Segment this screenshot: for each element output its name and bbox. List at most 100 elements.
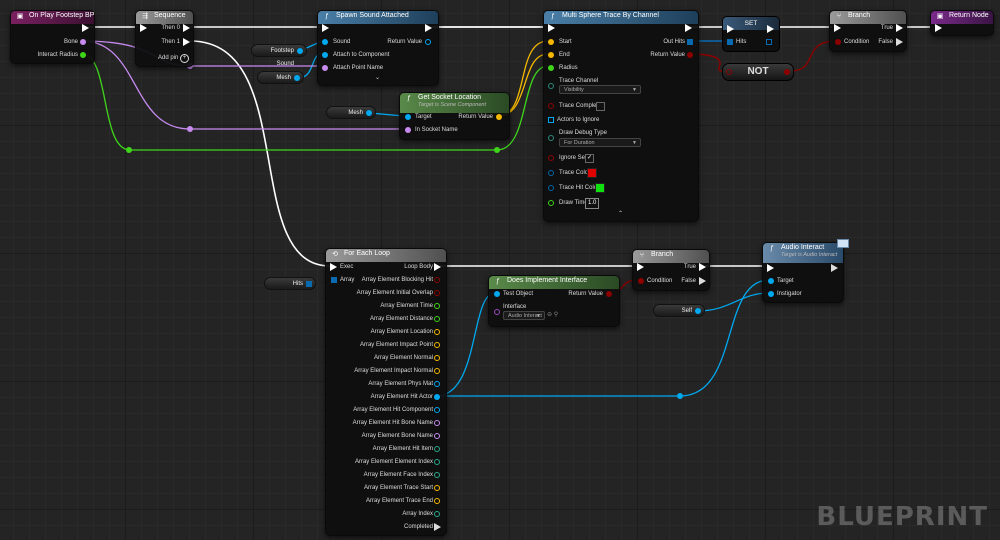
then1-pin[interactable] [183, 38, 190, 46]
array-pin[interactable] [331, 277, 337, 283]
condition-pin[interactable] [638, 278, 644, 284]
interface-dropdown[interactable]: Audio Interact ▼ [503, 311, 545, 320]
collapse-chevron-icon[interactable]: ⌃ [618, 210, 623, 218]
exec-in-pin[interactable] [767, 264, 774, 272]
foreach-output-pin[interactable] [434, 446, 440, 452]
test-object-pin[interactable] [494, 291, 500, 297]
foreach-output-pin[interactable] [434, 290, 440, 296]
ignore-self-pin[interactable] [548, 155, 554, 161]
trace-channel-dropdown[interactable]: Visibility ▼ [559, 85, 641, 94]
exec-in-pin[interactable] [935, 24, 942, 32]
exec-in-pin[interactable] [322, 24, 329, 32]
foreach-output-pin[interactable] [434, 433, 440, 439]
trace-color-swatch[interactable] [587, 168, 597, 178]
mesh-pin-1[interactable] [294, 75, 300, 81]
hits-out-pin[interactable] [766, 39, 772, 45]
foreach-output-pin[interactable] [434, 342, 440, 348]
interface-pin[interactable] [494, 309, 500, 315]
exec-out-pin[interactable] [685, 24, 692, 32]
not-out-pin[interactable] [784, 69, 790, 75]
exec-in-pin[interactable] [548, 24, 555, 32]
true-pin[interactable] [896, 24, 903, 32]
hits-variable[interactable]: Hits [264, 277, 316, 290]
does-implement-interface-node[interactable]: ƒ Does Implement Interface Test Object Re… [488, 275, 620, 327]
foreach-output-pin[interactable] [434, 523, 441, 531]
not-node[interactable]: NOT [722, 63, 794, 81]
hits-var-pin[interactable] [306, 281, 312, 287]
trace-hit-color-pin[interactable] [548, 185, 554, 191]
exec-in-pin[interactable] [140, 24, 147, 32]
trace-complex-pin[interactable] [548, 103, 554, 109]
trace-color-pin[interactable] [548, 170, 554, 176]
foreach-output-pin[interactable] [434, 472, 440, 478]
out-hits-array-pin[interactable] [687, 39, 693, 45]
exec-out-pin[interactable] [425, 24, 432, 32]
exec-in-pin[interactable] [727, 25, 734, 33]
for-each-loop-node[interactable]: ⟲ For Each Loop Exec Loop Body Array Arra… [325, 248, 447, 536]
footstep-sound-pin[interactable] [297, 48, 303, 54]
return-value-pin[interactable] [606, 291, 612, 297]
interact-radius-pin[interactable] [80, 52, 86, 58]
foreach-output-pin[interactable] [434, 511, 440, 517]
trace-complex-checkbox[interactable] [596, 102, 605, 111]
target-pin[interactable] [405, 114, 411, 120]
return-value-pin[interactable] [687, 52, 693, 58]
target-pin[interactable] [768, 278, 774, 284]
false-pin[interactable] [699, 277, 706, 285]
foreach-output-pin[interactable] [434, 316, 440, 322]
attach-point-pin[interactable] [322, 65, 328, 71]
self-pin[interactable] [695, 308, 701, 314]
trace-channel-pin[interactable] [548, 83, 554, 89]
not-in-pin[interactable] [726, 69, 732, 75]
instigator-pin[interactable] [768, 291, 774, 297]
true-pin[interactable] [699, 263, 706, 271]
self-variable[interactable]: Self [653, 304, 705, 317]
draw-debug-dropdown[interactable]: For Duration ▼ [559, 138, 641, 147]
blueprint-graph-canvas[interactable]: ▣ On Play Footstep BP Bone Interact Radiu… [0, 0, 1000, 540]
condition-pin[interactable] [835, 39, 841, 45]
exec-in-pin[interactable] [637, 263, 644, 271]
end-pin[interactable] [548, 52, 554, 58]
start-pin[interactable] [548, 39, 554, 45]
foreach-output-pin[interactable] [434, 420, 440, 426]
draw-debug-pin[interactable] [548, 135, 554, 141]
exec-out-pin[interactable] [831, 264, 838, 272]
foreach-output-pin[interactable] [434, 485, 440, 491]
return-value-pin[interactable] [496, 114, 502, 120]
loop-body-pin[interactable] [434, 263, 441, 271]
foreach-output-pin[interactable] [434, 355, 440, 361]
foreach-output-pin[interactable] [434, 459, 440, 465]
draw-time-input[interactable]: 1.0 [585, 198, 600, 209]
trace-hit-color-swatch[interactable] [595, 183, 605, 193]
exec-out-pin[interactable] [767, 25, 774, 33]
audio-interact-node[interactable]: ƒ Audio Interact Target is Audio Interact … [762, 239, 849, 303]
footstep-sound-variable[interactable]: Footstep Sound [251, 44, 307, 67]
event-node-on-play-footstep[interactable]: ▣ On Play Footstep BP Bone Interact Radiu… [10, 10, 95, 64]
foreach-output-pin[interactable] [434, 368, 440, 374]
foreach-output-pin[interactable] [434, 303, 440, 309]
add-pin-button[interactable]: Add pin + [158, 54, 190, 63]
foreach-output-pin[interactable] [434, 381, 440, 387]
exec-out-pin[interactable] [82, 24, 89, 32]
radius-pin[interactable] [548, 65, 554, 71]
get-socket-location-node[interactable]: ƒ Get Socket Location Target is Scene Comp… [399, 92, 510, 140]
sequence-node[interactable]: ⇶ Sequence Then 0 Then 1 Add pin + [135, 10, 194, 67]
then0-pin[interactable] [183, 24, 190, 32]
mesh-pin-2[interactable] [366, 110, 372, 116]
sound-pin[interactable] [322, 39, 328, 45]
return-value-pin[interactable] [425, 39, 431, 45]
browse-search-icon[interactable]: ⊖ ⚲ [547, 311, 558, 319]
foreach-output-pin[interactable] [434, 498, 440, 504]
attach-to-component-pin[interactable] [322, 52, 328, 58]
foreach-output-pin[interactable] [434, 329, 440, 335]
ignore-self-checkbox[interactable]: ✓ [585, 154, 594, 163]
branch-node-1[interactable]: ⑂ Branch True Condition False [829, 10, 907, 52]
branch-node-2[interactable]: ⑂ Branch True Condition False [632, 249, 710, 291]
spawn-sound-attached-node[interactable]: ƒ Spawn Sound Attached Sound Return Value… [317, 10, 439, 86]
false-pin[interactable] [896, 38, 903, 46]
multi-sphere-trace-node[interactable]: ƒ Multi Sphere Trace By Channel Start Out… [543, 10, 699, 222]
exec-in-pin[interactable] [330, 263, 337, 271]
mesh-variable-2[interactable]: Mesh [326, 106, 376, 119]
foreach-output-pin[interactable] [434, 277, 440, 283]
bone-pin[interactable] [80, 39, 86, 45]
